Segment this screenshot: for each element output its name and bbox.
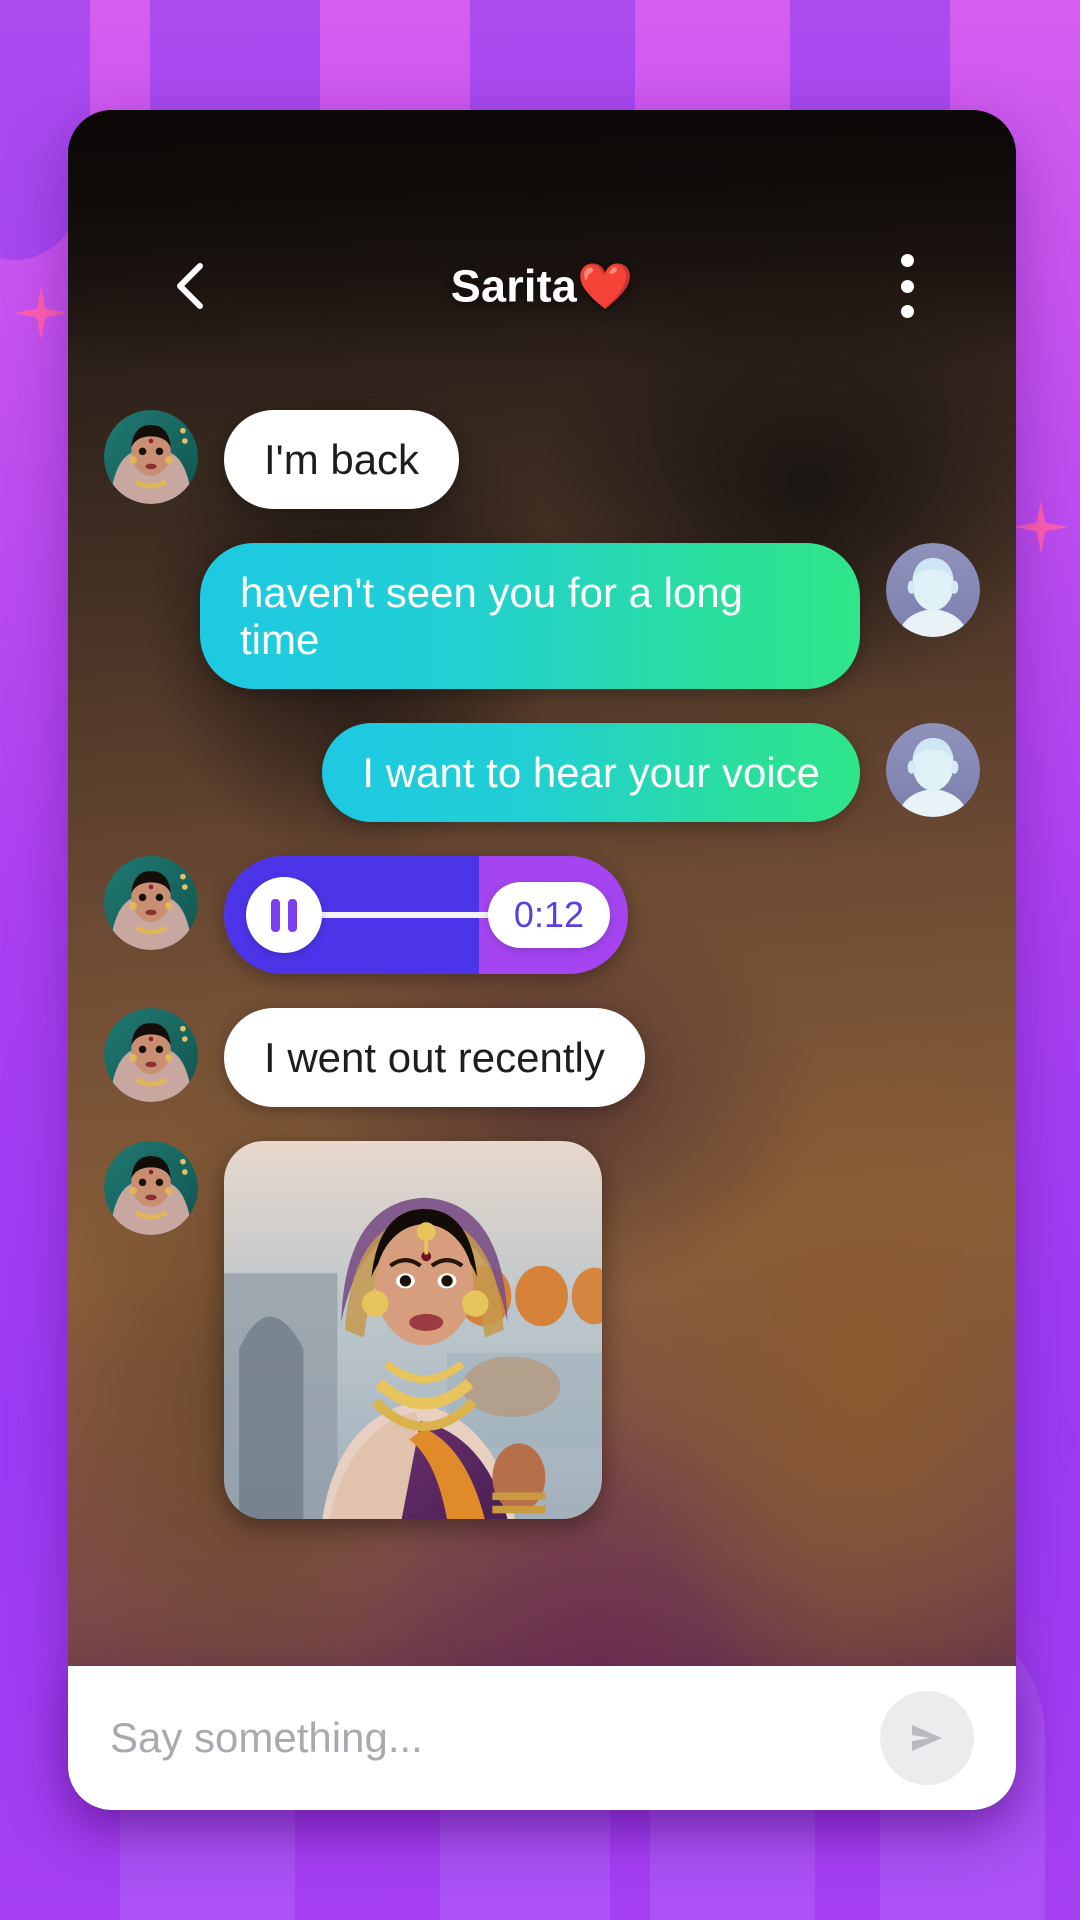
- message-input[interactable]: [110, 1714, 880, 1762]
- sparkle-icon: [1014, 500, 1068, 554]
- avatar[interactable]: [104, 410, 198, 504]
- message-bubble[interactable]: haven't seen you for a long time: [200, 543, 860, 690]
- photo-message[interactable]: [224, 1141, 602, 1520]
- chat-card: Sarita❤️ I'm back haven't seen you for a…: [68, 110, 1016, 1810]
- user-avatar-image: [886, 543, 980, 638]
- message-row: I'm back: [104, 410, 980, 510]
- avatar[interactable]: [886, 543, 980, 638]
- sarita-avatar-image: [104, 1008, 198, 1103]
- overflow-menu-button[interactable]: [884, 248, 930, 324]
- message-row: I went out recently: [104, 1008, 980, 1108]
- voice-duration-label: 0:12: [487, 882, 610, 949]
- avatar[interactable]: [886, 723, 980, 818]
- message-bubble[interactable]: I want to hear your voice: [322, 723, 860, 823]
- send-icon: [912, 1725, 942, 1751]
- avatar[interactable]: [104, 1008, 198, 1103]
- voice-message-player[interactable]: 0:12: [224, 856, 628, 975]
- message-row: haven't seen you for a long time: [104, 543, 980, 690]
- overflow-menu-icon: [900, 254, 914, 267]
- page-title: Sarita❤️: [450, 260, 634, 312]
- message-bubble[interactable]: I'm back: [224, 410, 460, 510]
- photo-message-image: [224, 1141, 602, 1520]
- message-row: I want to hear your voice: [104, 723, 980, 823]
- chat-header: Sarita❤️: [68, 110, 1016, 320]
- sarita-avatar-image: [104, 856, 198, 951]
- sparkle-icon: [14, 286, 68, 340]
- user-avatar-image: [886, 723, 980, 818]
- sarita-avatar-image: [104, 410, 198, 504]
- avatar[interactable]: [104, 1141, 198, 1236]
- message-row: 0:12: [104, 856, 980, 975]
- overflow-menu-icon: [900, 279, 914, 293]
- avatar[interactable]: [104, 856, 198, 951]
- pause-icon: [288, 898, 297, 932]
- message-row: [104, 1141, 980, 1520]
- message-list[interactable]: I'm back haven't seen you for a long tim…: [68, 320, 1016, 1810]
- send-button[interactable]: [880, 1691, 974, 1785]
- sarita-avatar-image: [104, 1141, 198, 1236]
- voice-play-pause-button[interactable]: [246, 877, 322, 954]
- message-composer: [68, 1666, 1016, 1810]
- pause-icon: [271, 898, 280, 932]
- overflow-menu-icon: [900, 305, 914, 318]
- message-bubble[interactable]: I went out recently: [224, 1008, 645, 1108]
